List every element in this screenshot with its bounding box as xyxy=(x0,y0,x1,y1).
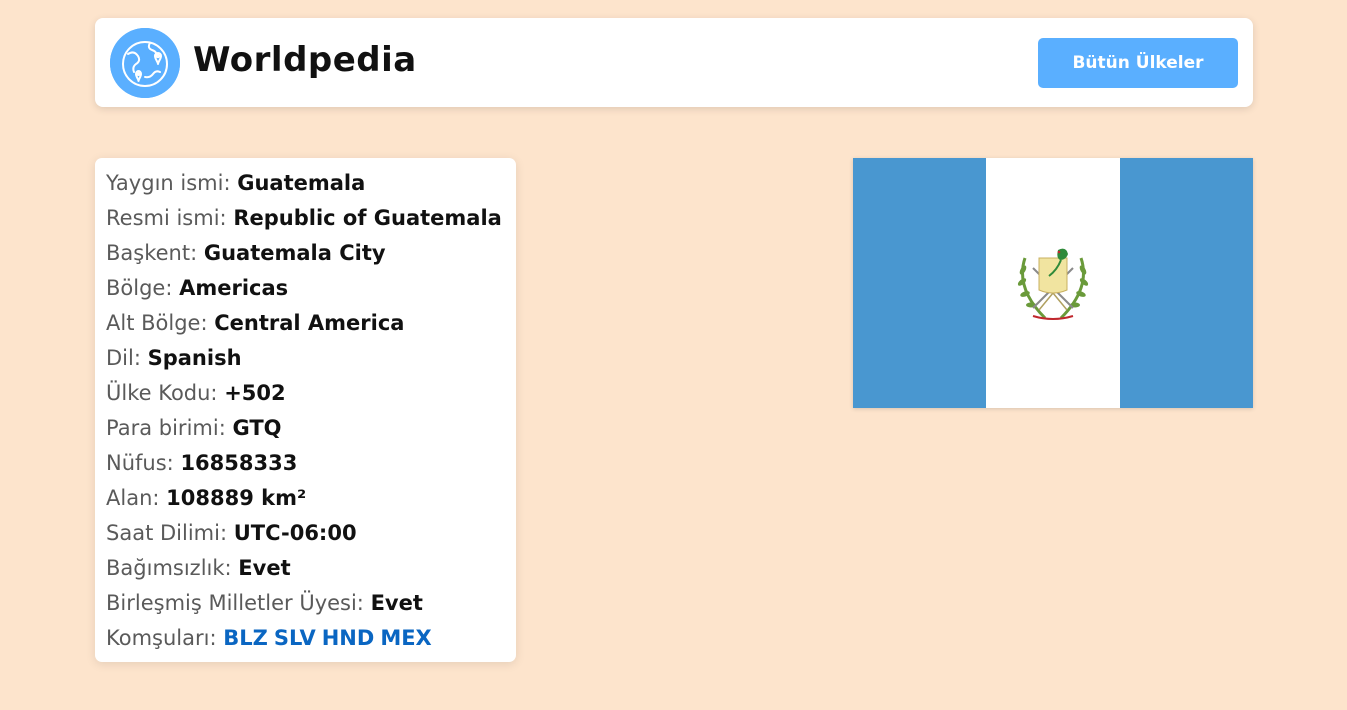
info-value: Central America xyxy=(214,311,405,335)
info-label: Saat Dilimi: xyxy=(106,521,228,545)
country-flag xyxy=(853,158,1253,408)
info-label: Birleşmiş Milletler Üyesi: xyxy=(106,591,364,615)
info-value: Guatemala City xyxy=(203,241,386,265)
info-value: Americas xyxy=(179,276,289,300)
info-row-timezone: Saat Dilimi: UTC-06:00 xyxy=(106,519,516,554)
site-title[interactable]: Worldpedia xyxy=(193,40,417,80)
info-label: Bağımsızlık: xyxy=(106,556,232,580)
info-value: 16858333 xyxy=(180,451,298,475)
info-label: Bölge: xyxy=(106,276,173,300)
info-label: Dil: xyxy=(106,346,141,370)
info-label: Nüfus: xyxy=(106,451,174,475)
info-value: Guatemala xyxy=(237,171,366,195)
info-label: Komşuları: xyxy=(106,626,217,650)
info-row-currency: Para birimi: GTQ xyxy=(106,414,516,449)
info-value: 108889 km² xyxy=(166,486,307,510)
info-row-area: Alan: 108889 km² xyxy=(106,484,516,519)
info-row-common-name: Yaygın ismi: Guatemala xyxy=(106,169,516,204)
all-countries-button[interactable]: Bütün Ülkeler xyxy=(1038,38,1238,88)
flag-stripe-left xyxy=(853,158,986,408)
info-value: Spanish xyxy=(147,346,242,370)
info-value: +502 xyxy=(224,381,286,405)
info-row-independent: Bağımsızlık: Evet xyxy=(106,554,516,589)
info-row-region: Bölge: Americas xyxy=(106,274,516,309)
info-row-subregion: Alt Bölge: Central America xyxy=(106,309,516,344)
info-label: Alan: xyxy=(106,486,160,510)
flag-stripe-right xyxy=(1120,158,1253,408)
info-row-population: Nüfus: 16858333 xyxy=(106,449,516,484)
neighbor-link-slv[interactable]: SLV xyxy=(274,626,316,650)
info-value: Evet xyxy=(238,556,291,580)
info-row-official-name: Resmi ismi: Republic of Guatemala xyxy=(106,204,516,239)
info-value: Evet xyxy=(370,591,423,615)
info-value: GTQ xyxy=(232,416,282,440)
info-label: Alt Bölge: xyxy=(106,311,208,335)
info-value: Republic of Guatemala xyxy=(233,206,502,230)
info-label: Başkent: xyxy=(106,241,198,265)
info-label: Ülke Kodu: xyxy=(106,381,218,405)
neighbor-link-mex[interactable]: MEX xyxy=(380,626,431,650)
navbar: Worldpedia Bütün Ülkeler xyxy=(95,18,1253,107)
info-value: UTC-06:00 xyxy=(233,521,357,545)
info-label: Para birimi: xyxy=(106,416,226,440)
neighbor-link-blz[interactable]: BLZ xyxy=(223,626,268,650)
info-row-un-member: Birleşmiş Milletler Üyesi: Evet xyxy=(106,589,516,624)
country-info-card: Yaygın ismi: Guatemala Resmi ismi: Repub… xyxy=(95,158,516,662)
info-label: Resmi ismi: xyxy=(106,206,227,230)
info-row-calling-code: Ülke Kodu: +502 xyxy=(106,379,516,414)
globe-map-pin-icon[interactable] xyxy=(110,28,180,98)
neighbor-link-hnd[interactable]: HND xyxy=(322,626,375,650)
info-row-neighbors: Komşuları: BLZ SLV HND MEX xyxy=(106,624,516,659)
info-row-language: Dil: Spanish xyxy=(106,344,516,379)
info-row-capital: Başkent: Guatemala City xyxy=(106,239,516,274)
info-label: Yaygın ismi: xyxy=(106,171,231,195)
